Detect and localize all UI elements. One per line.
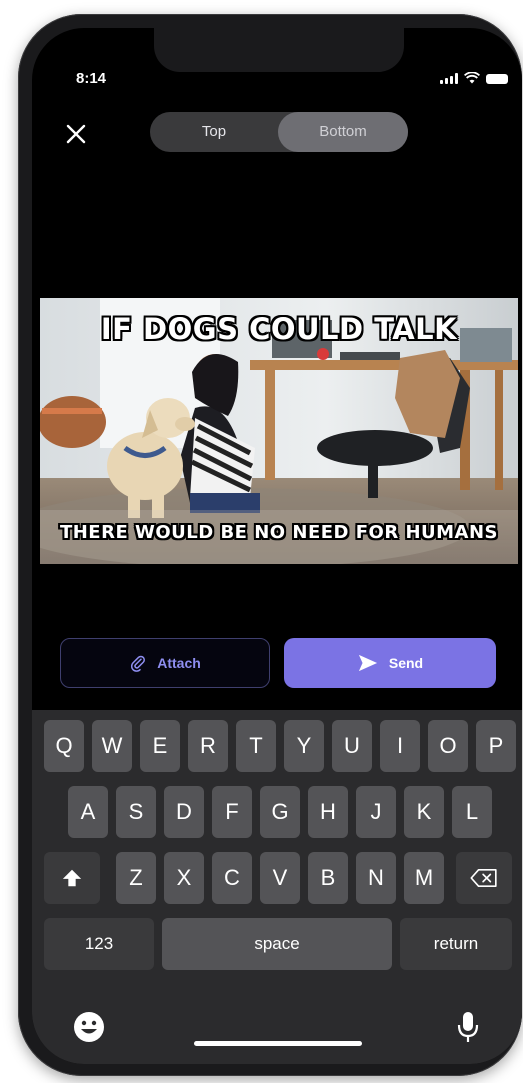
- key-b[interactable]: B: [308, 852, 348, 904]
- phone-frame: 8:14 Top Bottom IF DOGS COULD TALK THERE…: [18, 14, 522, 1076]
- wifi-icon: [464, 72, 480, 84]
- shift-icon: [62, 869, 82, 887]
- keyboard-row-4: 123 space return: [32, 918, 522, 970]
- key-d[interactable]: D: [164, 786, 204, 838]
- segment-bottom[interactable]: Bottom: [278, 112, 408, 152]
- key-t[interactable]: T: [236, 720, 276, 772]
- key-h[interactable]: H: [308, 786, 348, 838]
- key-u[interactable]: U: [332, 720, 372, 772]
- send-button[interactable]: Send: [284, 638, 496, 688]
- microphone-icon[interactable]: [456, 1010, 480, 1044]
- keyboard-row-3: ZXCVBNM: [32, 852, 522, 904]
- home-indicator: [194, 1041, 362, 1046]
- key-o[interactable]: O: [428, 720, 468, 772]
- key-w[interactable]: W: [92, 720, 132, 772]
- send-label: Send: [388, 655, 424, 671]
- key-x[interactable]: X: [164, 852, 204, 904]
- return-key[interactable]: return: [400, 918, 512, 970]
- text-position-toggle: Top Bottom: [150, 112, 408, 152]
- key-s[interactable]: S: [116, 786, 156, 838]
- key-v[interactable]: V: [260, 852, 300, 904]
- space-key[interactable]: space: [162, 918, 392, 970]
- close-icon[interactable]: [64, 122, 88, 146]
- send-arrow-icon: [358, 654, 377, 672]
- status-icons: [440, 72, 508, 84]
- status-time: 8:14: [76, 70, 107, 87]
- key-z[interactable]: Z: [116, 852, 156, 904]
- keyboard-row-2: ASDFGHJKL: [32, 786, 522, 838]
- keyboard: QWERTYUIOP ASDFGHJKL ZXCVBNM 123 space r…: [32, 710, 522, 1064]
- key-l[interactable]: L: [452, 786, 492, 838]
- key-j[interactable]: J: [356, 786, 396, 838]
- attach-button[interactable]: Attach: [60, 638, 270, 688]
- segment-top[interactable]: Top: [150, 112, 278, 152]
- meme-bottom-text[interactable]: THERE WOULD BE NO NEED FOR HUMANS: [40, 522, 518, 543]
- key-q[interactable]: Q: [44, 720, 84, 772]
- battery-icon: [486, 74, 508, 84]
- shift-key[interactable]: [44, 852, 100, 904]
- key-r[interactable]: R: [188, 720, 228, 772]
- backspace-key[interactable]: [456, 852, 512, 904]
- key-a[interactable]: A: [68, 786, 108, 838]
- key-k[interactable]: K: [404, 786, 444, 838]
- key-y[interactable]: Y: [284, 720, 324, 772]
- paperclip-icon: [131, 655, 146, 672]
- key-e[interactable]: E: [140, 720, 180, 772]
- notch: [154, 28, 404, 72]
- meme-top-text[interactable]: IF DOGS COULD TALK: [40, 312, 518, 346]
- screen: 8:14 Top Bottom IF DOGS COULD TALK THERE…: [32, 28, 522, 1064]
- numbers-key[interactable]: 123: [44, 918, 154, 970]
- emoji-icon[interactable]: [72, 1010, 106, 1044]
- backspace-icon: [470, 869, 497, 887]
- key-i[interactable]: I: [380, 720, 420, 772]
- meme-image: IF DOGS COULD TALK THERE WOULD BE NO NEE…: [40, 298, 518, 564]
- attach-label: Attach: [157, 655, 201, 671]
- key-g[interactable]: G: [260, 786, 300, 838]
- key-f[interactable]: F: [212, 786, 252, 838]
- keyboard-row-1: QWERTYUIOP: [32, 720, 522, 772]
- key-n[interactable]: N: [356, 852, 396, 904]
- key-m[interactable]: M: [404, 852, 444, 904]
- cellular-signal-icon: [440, 73, 458, 84]
- key-c[interactable]: C: [212, 852, 252, 904]
- key-p[interactable]: P: [476, 720, 516, 772]
